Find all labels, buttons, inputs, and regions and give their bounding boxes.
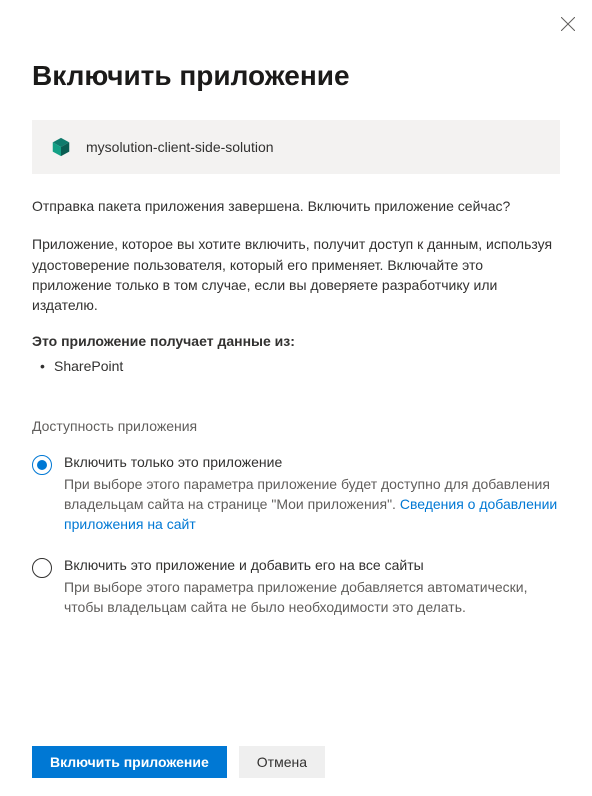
package-icon [50,136,72,158]
intro-text: Отправка пакета приложения завершена. Вк… [32,196,560,216]
app-name: mysolution-client-side-solution [86,139,274,155]
app-card: mysolution-client-side-solution [32,120,560,174]
dialog-footer: Включить приложение Отмена [32,746,325,778]
radio-content: Включить только это приложение При выбор… [64,454,560,535]
radio-content: Включить это приложение и добавить его н… [64,557,560,618]
data-access-heading: Это приложение получает данные из: [32,333,560,349]
close-button[interactable] [556,12,580,36]
cancel-button[interactable]: Отмена [239,746,325,778]
radio-label[interactable]: Включить только это приложение [64,454,560,470]
radio-option-all-sites[interactable]: Включить это приложение и добавить его н… [32,557,560,618]
dialog-container: Включить приложение mysolution-client-si… [0,0,592,617]
availability-heading: Доступность приложения [32,418,560,434]
data-source-item: SharePoint [36,355,560,377]
enable-button[interactable]: Включить приложение [32,746,227,778]
close-icon [561,17,575,31]
radio-input-all-sites[interactable] [32,558,52,578]
radio-description: При выборе этого параметра приложение бу… [64,474,560,535]
radio-option-only-this[interactable]: Включить только это приложение При выбор… [32,454,560,535]
description-text: Приложение, которое вы хотите включить, … [32,234,560,315]
radio-label[interactable]: Включить это приложение и добавить его н… [64,557,560,573]
dialog-title: Включить приложение [32,60,560,92]
data-sources-list: SharePoint [32,355,560,377]
radio-input-only-this[interactable] [32,455,52,475]
radio-description: При выборе этого параметра приложение до… [64,577,560,618]
